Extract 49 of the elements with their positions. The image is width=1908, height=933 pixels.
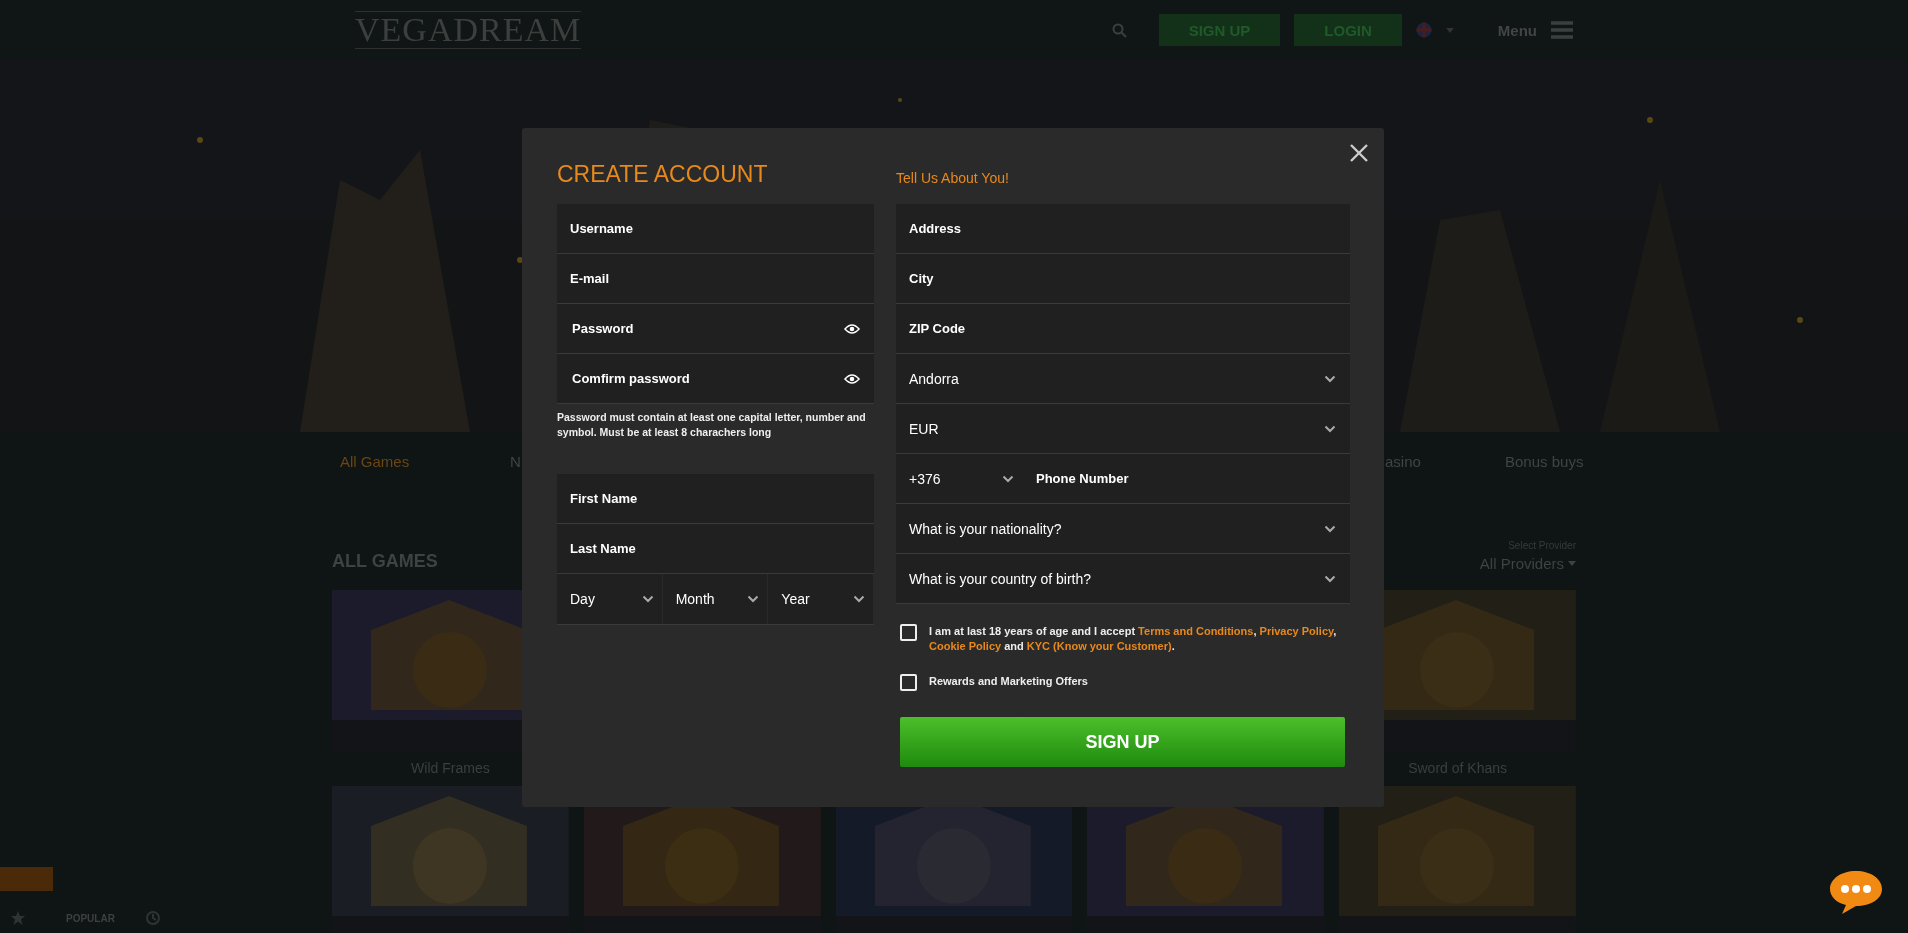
chevron-down-icon <box>1324 524 1336 533</box>
text-field[interactable]: Address <box>896 204 1350 254</box>
password-input[interactable]: Comfirm password <box>570 354 836 403</box>
select-field[interactable]: What is your nationality? <box>896 504 1350 554</box>
password-field[interactable]: Password <box>557 304 874 354</box>
chevron-down-icon <box>1324 374 1336 383</box>
text-field[interactable]: ZIP Code <box>896 304 1350 354</box>
policy-link[interactable]: KYC (Know your Customer) <box>1026 640 1172 652</box>
phone-field[interactable]: Phone Number <box>1034 470 1336 487</box>
password-field[interactable]: Comfirm password <box>557 354 874 404</box>
chevron-down-icon <box>1324 424 1336 433</box>
text-field[interactable]: Last Name <box>557 524 874 574</box>
chevron-down-icon <box>641 595 654 603</box>
caret-icon[interactable] <box>1568 561 1576 566</box>
select-field[interactable]: What is your country of birth? <box>896 554 1350 604</box>
select-field[interactable]: Andorra <box>896 354 1350 404</box>
select-field[interactable]: EUR <box>896 404 1350 454</box>
history-icon[interactable] <box>144 910 161 926</box>
dialog-title: CREATE ACCOUNT <box>557 160 769 189</box>
eye-icon[interactable] <box>844 322 860 335</box>
text-field[interactable]: Username <box>557 204 874 254</box>
password-hint: Password must contain at least one capital letter, number and symbol. Must be at least 8 charachers long <box>557 410 867 440</box>
text-field[interactable]: E-mail <box>557 254 874 304</box>
star-icon[interactable] <box>10 910 26 926</box>
text-field[interactable]: City <box>896 254 1350 304</box>
chevron-down-icon <box>853 595 865 603</box>
chevron-down-icon <box>1002 474 1014 483</box>
date-select[interactable]: Month <box>662 574 769 624</box>
consent-text: I am at last 18 years of age and I accept Terms and Conditions, Privacy Policy, Cookie Policy and KYC (Know your Customer). <box>929 624 1338 654</box>
chat-icon[interactable] <box>1828 869 1884 915</box>
checkbox[interactable] <box>900 624 917 641</box>
tag <box>0 867 53 891</box>
date-select[interactable]: Day <box>557 574 663 624</box>
checkbox[interactable] <box>900 674 917 691</box>
date-select[interactable]: Year <box>768 574 874 624</box>
search-icon[interactable] <box>1111 22 1127 38</box>
flag-icon[interactable] <box>1415 22 1432 38</box>
section-subtitle: Tell Us About You! <box>896 169 1010 188</box>
chevron-down-icon <box>1324 574 1336 583</box>
consent-text: Rewards and Marketing Offers <box>929 674 1088 689</box>
text-field[interactable]: First Name <box>557 474 874 524</box>
sign-up-button[interactable]: SIGN UP <box>900 717 1345 767</box>
password-input[interactable]: Password <box>570 304 836 353</box>
chevron-down-icon <box>747 595 760 603</box>
policy-link[interactable]: Cookie Policy <box>929 640 1002 652</box>
country-code-select[interactable]: +376 <box>909 470 1014 487</box>
eye-icon[interactable] <box>844 372 860 385</box>
menu-icon[interactable] <box>1551 21 1573 39</box>
caret-icon[interactable] <box>1445 27 1454 33</box>
